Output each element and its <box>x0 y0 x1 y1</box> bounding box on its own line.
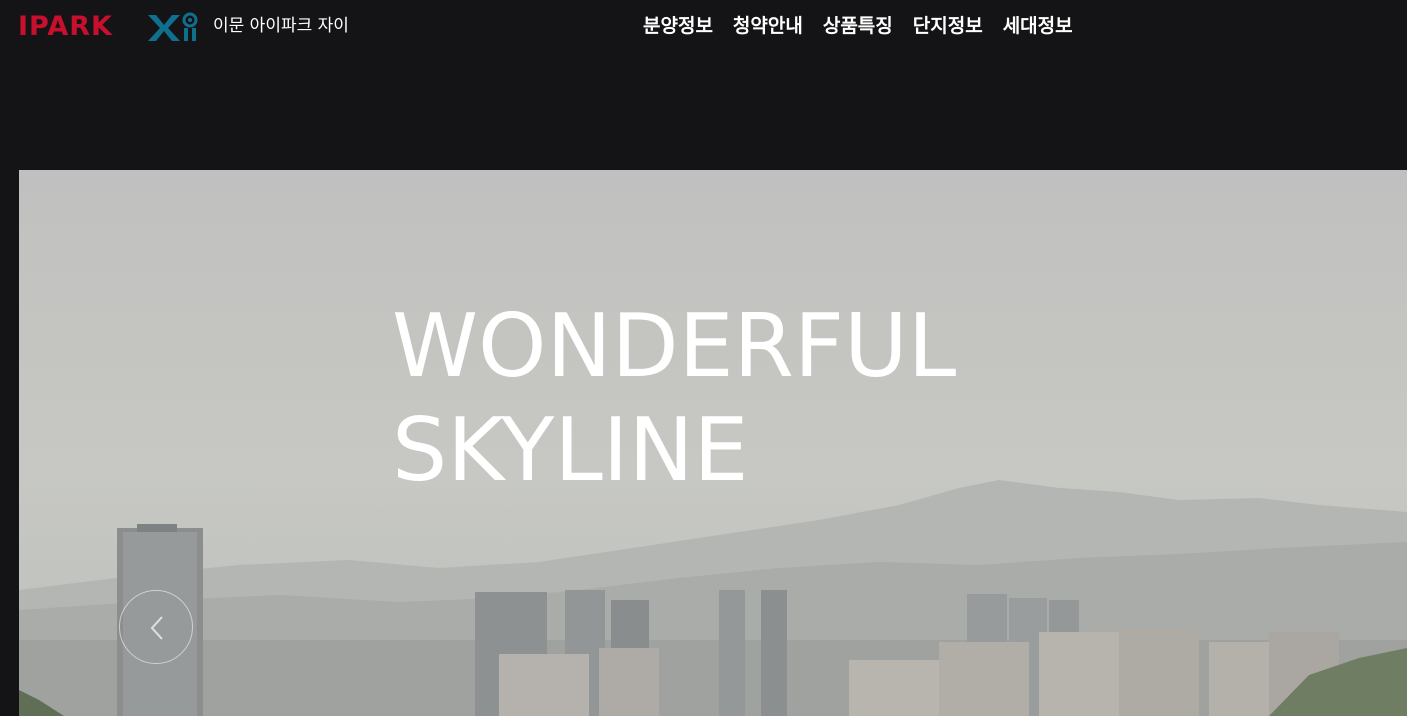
nav-item-product-features[interactable]: 상품특징 <box>823 12 893 40</box>
nav-item-complex-info[interactable]: 단지정보 <box>913 12 983 40</box>
ipark-logo[interactable]: IPARK <box>18 10 113 42</box>
nav-item-subscription-guide[interactable]: 청약안내 <box>733 12 803 40</box>
nav-item-sale-info[interactable]: 분양정보 <box>643 12 713 40</box>
chevron-left-icon <box>150 616 163 640</box>
hero-headline: WONDERFUL SKYLINE <box>392 294 956 502</box>
site-name: 이문 아이파크 자이 <box>213 16 349 36</box>
hero-banner: WONDERFUL SKYLINE <box>19 170 1407 716</box>
nav-item-unit-info[interactable]: 세대정보 <box>1003 12 1073 40</box>
xi-logo[interactable] <box>146 11 200 43</box>
site-header: IPARK 이문 아이파크 자이 분양정보 청약안내 상품특징 단지정보 세대정… <box>0 0 1407 56</box>
hero-headline-line1: WONDERFUL <box>392 295 957 397</box>
slide-prev-button[interactable] <box>119 590 193 664</box>
main-nav: 분양정보 청약안내 상품특징 단지정보 세대정보 <box>643 12 1073 40</box>
hero-headline-line2: SKYLINE <box>392 399 749 501</box>
